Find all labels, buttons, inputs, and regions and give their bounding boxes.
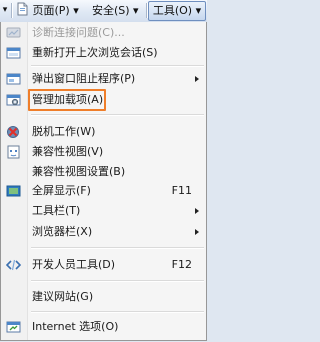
menu-item-diagnose-connection: 诊断连接问题(C)... bbox=[1, 23, 206, 43]
tools-dropdown-menu: 诊断连接问题(C)... 重新打开上次浏览会话(S) 弹出窗口阻止程序(P) 管… bbox=[0, 22, 207, 341]
page-menu-label: 页面(P) ▾ bbox=[32, 4, 79, 17]
menu-item-popup-blocker[interactable]: 弹出窗口阻止程序(P) bbox=[1, 69, 206, 89]
menu-item-compatibility-view-settings[interactable]: 兼容性视图设置(B) bbox=[1, 162, 206, 182]
menu-item-label: 开发人员工具(D) bbox=[32, 258, 116, 271]
menu-item-label: 兼容性视图(V) bbox=[32, 145, 104, 158]
manage-addons-icon bbox=[6, 94, 21, 106]
reopen-session-icon bbox=[6, 47, 21, 59]
menu-item-explorer-bars[interactable]: 浏览器栏(X) bbox=[1, 222, 206, 242]
menu-item-label: 重新打开上次浏览会话(S) bbox=[32, 46, 158, 59]
menu-item-label: Internet 选项(O) bbox=[32, 320, 119, 333]
safety-menu-button[interactable]: 安全(S) ▾ bbox=[92, 2, 139, 19]
tools-menu-button[interactable]: 工具(O) ▾ bbox=[148, 1, 206, 21]
menu-item-label: 诊断连接问题(C)... bbox=[32, 26, 125, 39]
menu-item-label: 工具栏(T) bbox=[32, 204, 81, 217]
menu-item-label: 脱机工作(W) bbox=[32, 125, 96, 138]
menu-item-label: 建议网站(G) bbox=[32, 290, 94, 303]
menu-item-label: 兼容性视图设置(B) bbox=[32, 165, 126, 178]
safety-menu-label: 安全(S) ▾ bbox=[92, 4, 139, 17]
menu-item-toolbars[interactable]: 工具栏(T) bbox=[1, 201, 206, 221]
popup-blocker-icon bbox=[6, 73, 21, 85]
page-icon bbox=[17, 2, 28, 16]
fullscreen-icon bbox=[6, 185, 21, 197]
highlight-box bbox=[28, 89, 106, 111]
compatibility-view-icon bbox=[7, 145, 20, 159]
menu-item-reopen-last-session[interactable]: 重新打开上次浏览会话(S) bbox=[1, 43, 206, 63]
menu-item-compatibility-view[interactable]: 兼容性视图(V) bbox=[1, 142, 206, 162]
menu-divider bbox=[31, 114, 204, 116]
work-offline-icon bbox=[7, 126, 19, 138]
page-menu-button[interactable]: 页面(P) ▾ bbox=[16, 2, 79, 19]
menu-item-label: 弹出窗口阻止程序(P) bbox=[32, 72, 136, 85]
menu-divider bbox=[31, 311, 204, 313]
internet-options-icon bbox=[6, 321, 21, 333]
menu-item-developer-tools[interactable]: 开发人员工具(D) F12 bbox=[1, 255, 206, 275]
menu-item-fullscreen[interactable]: 全屏显示(F) F11 bbox=[1, 181, 206, 201]
submenu-arrow-icon bbox=[195, 76, 199, 82]
submenu-arrow-icon bbox=[195, 208, 199, 214]
separator bbox=[146, 3, 147, 18]
command-bar: ▾ 页面(P) ▾ 安全(S) ▾ 工具(O) ▾ bbox=[0, 0, 207, 23]
menu-divider bbox=[31, 280, 204, 282]
menu-item-suggested-sites[interactable]: 建议网站(G) bbox=[1, 287, 206, 307]
menu-item-internet-options[interactable]: Internet 选项(O) bbox=[1, 317, 206, 337]
menu-item-label: 浏览器栏(X) bbox=[32, 225, 93, 238]
menu-divider bbox=[31, 65, 204, 67]
tools-menu-label: 工具(O) ▾ bbox=[152, 4, 202, 17]
menu-item-work-offline[interactable]: 脱机工作(W) bbox=[1, 122, 206, 142]
menu-item-shortcut: F11 bbox=[171, 184, 192, 197]
menu-item-label: 全屏显示(F) bbox=[32, 184, 91, 197]
diagnose-icon bbox=[6, 27, 21, 38]
overflow-chevron-icon[interactable]: ▾ bbox=[0, 2, 10, 19]
menu-divider bbox=[31, 247, 204, 249]
menu-item-shortcut: F12 bbox=[171, 258, 192, 271]
developer-tools-icon bbox=[6, 259, 21, 271]
submenu-arrow-icon bbox=[195, 229, 199, 235]
separator bbox=[11, 3, 12, 18]
